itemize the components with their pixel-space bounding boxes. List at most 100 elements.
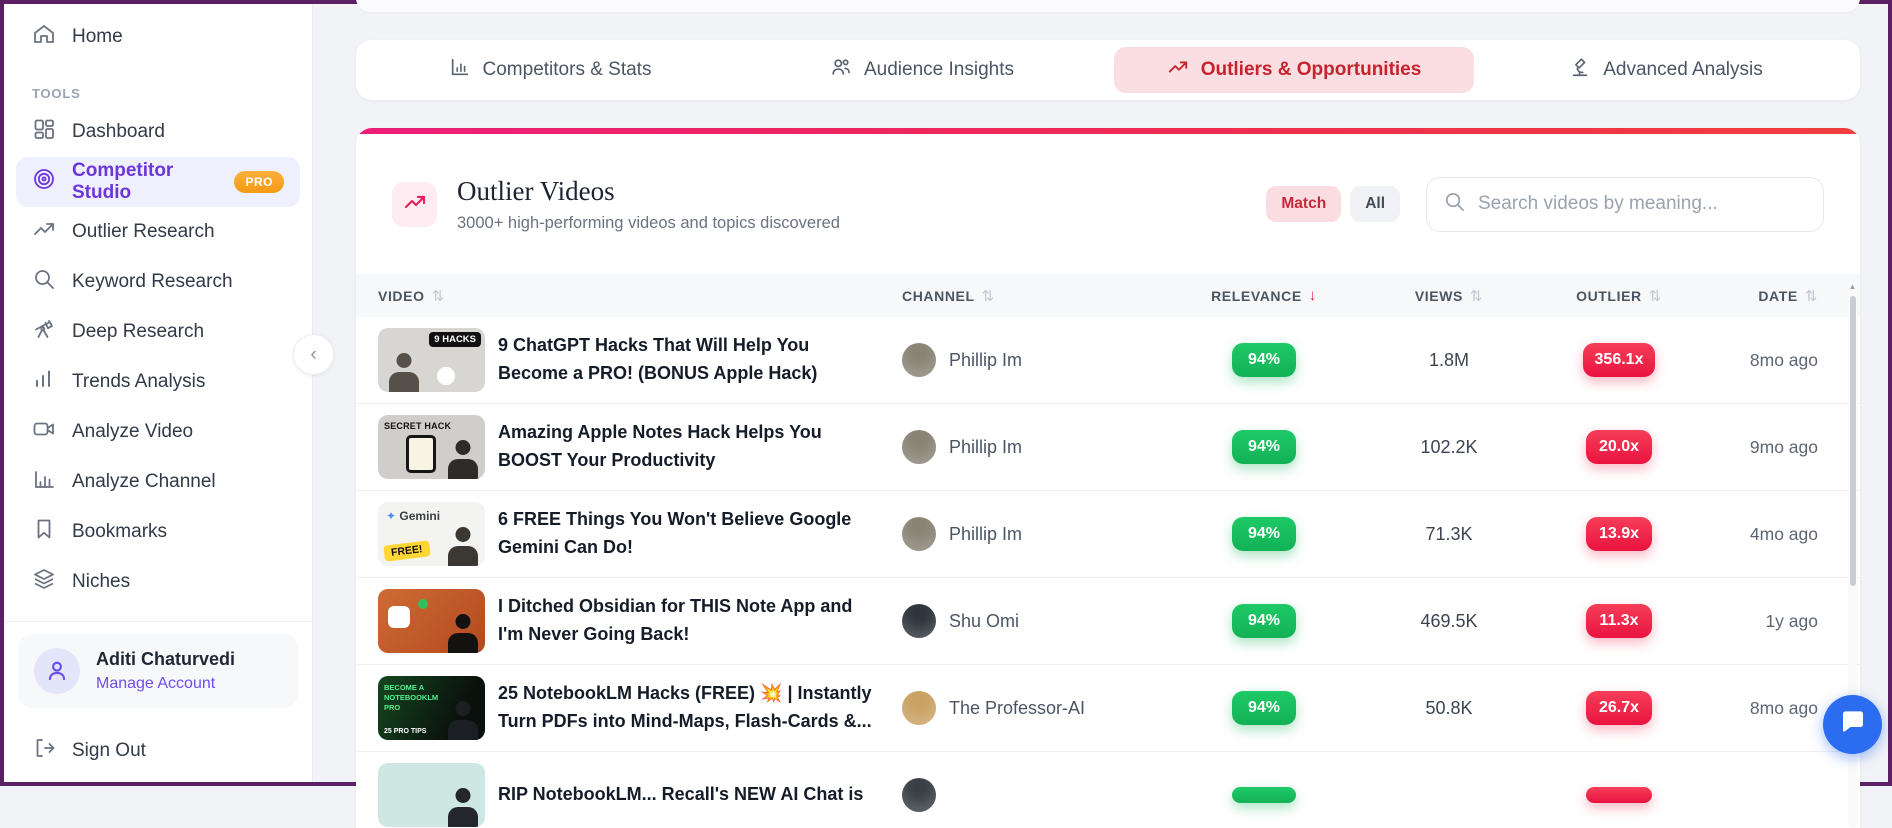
- column-label: DATE: [1758, 288, 1797, 304]
- tab-label: Audience Insights: [864, 59, 1014, 81]
- sidebar-item-home[interactable]: Home: [16, 14, 300, 60]
- sort-desc-icon: ↓: [1309, 287, 1317, 304]
- views-value: 469.5K: [1344, 611, 1554, 632]
- sidebar-divider: [4, 621, 312, 622]
- sidebar-item-outlier-research[interactable]: Outlier Research: [16, 207, 300, 257]
- table-row[interactable]: GeminiFREE! 6 FREE Things You Won't Beli…: [356, 491, 1860, 578]
- channel-name: Shu Omi: [949, 611, 1019, 632]
- home-icon: [32, 22, 56, 52]
- tab-competitors-stats[interactable]: Competitors & Stats: [370, 47, 730, 93]
- logout-icon: [32, 736, 56, 766]
- column-label: VIDEO: [378, 288, 425, 304]
- person-silhouette: [445, 785, 481, 827]
- column-header-channel[interactable]: CHANNEL ⇅: [902, 287, 1184, 305]
- scrolled-card-edge: [356, 0, 1860, 12]
- search-icon: [1443, 190, 1466, 218]
- sign-out-button[interactable]: Sign Out: [16, 728, 300, 774]
- tools-section-label: TOOLS: [32, 86, 312, 101]
- table-body: 9 HACKS 9 ChatGPT Hacks That Will Help Y…: [356, 317, 1860, 828]
- sidebar-item-label: Dashboard: [72, 121, 165, 143]
- tab-advanced-analysis[interactable]: Advanced Analysis: [1486, 47, 1846, 93]
- search-input[interactable]: [1478, 193, 1807, 215]
- date-value: 1y ago: [1684, 611, 1818, 632]
- column-header-date[interactable]: DATE ⇅: [1684, 287, 1818, 305]
- channel-name: Phillip Im: [949, 437, 1022, 458]
- thumbnail-badge: 25 PRO TIPS: [384, 728, 426, 735]
- manage-account-link[interactable]: Manage Account: [96, 675, 235, 693]
- outlier-videos-panel: Outlier Videos 3000+ high-performing vid…: [356, 128, 1860, 828]
- table-header: VIDEO ⇅ CHANNEL ⇅ RELEVANCE ↓ VIEWS ⇅ OU…: [356, 274, 1860, 317]
- relevance-badge: 94%: [1232, 604, 1296, 638]
- trending-up-icon: [1167, 56, 1189, 84]
- scrollbar-thumb[interactable]: [1850, 296, 1856, 586]
- panel-header: Outlier Videos 3000+ high-performing vid…: [356, 134, 1860, 274]
- column-header-outlier[interactable]: OUTLIER ⇅: [1554, 287, 1684, 305]
- channel-name: Phillip Im: [949, 524, 1022, 545]
- channel-avatar: [902, 778, 936, 812]
- trending-up-icon: [403, 190, 427, 219]
- user-account-card[interactable]: Aditi Chaturvedi Manage Account: [18, 634, 298, 708]
- column-label: OUTLIER: [1576, 288, 1642, 304]
- person-silhouette: [445, 611, 481, 653]
- sidebar-collapse-button[interactable]: ‹: [293, 334, 334, 375]
- table-row[interactable]: BECOME A NOTEBOOKLM PRO25 PRO TIPS 25 No…: [356, 665, 1860, 752]
- sidebar-item-niches[interactable]: Niches: [16, 557, 300, 607]
- column-header-views[interactable]: VIEWS ⇅: [1344, 287, 1554, 305]
- tab-audience-insights[interactable]: Audience Insights: [742, 47, 1102, 93]
- table-row[interactable]: RIP NotebookLM... Recall's NEW AI Chat i…: [356, 752, 1860, 828]
- sidebar-item-deep-research[interactable]: Deep Research: [16, 307, 300, 357]
- relevance-badge: [1232, 787, 1296, 803]
- video-thumbnail: [378, 589, 485, 653]
- match-toggle-button[interactable]: Match: [1266, 186, 1341, 222]
- outlier-badge: [1586, 787, 1652, 803]
- column-label: CHANNEL: [902, 288, 975, 304]
- sidebar-item-competitor-studio[interactable]: Competitor Studio PRO: [16, 157, 300, 207]
- relevance-badge: 94%: [1232, 430, 1296, 464]
- views-value: 50.8K: [1344, 698, 1554, 719]
- chart-axis-icon: [32, 467, 56, 497]
- microscope-icon: [1569, 56, 1591, 84]
- person-silhouette: [445, 437, 481, 479]
- views-value: 102.2K: [1344, 437, 1554, 458]
- sidebar-item-label: Competitor Studio: [72, 160, 218, 204]
- table-row[interactable]: 9 HACKS 9 ChatGPT Hacks That Will Help Y…: [356, 317, 1860, 404]
- all-toggle-button[interactable]: All: [1350, 186, 1400, 222]
- page-title: Outlier Videos: [457, 176, 840, 207]
- column-header-video[interactable]: VIDEO ⇅: [378, 287, 902, 305]
- sidebar-item-analyze-video[interactable]: Analyze Video: [16, 407, 300, 457]
- sidebar-item-label: Keyword Research: [72, 271, 233, 293]
- users-icon: [830, 56, 852, 84]
- sidebar-item-keyword-research[interactable]: Keyword Research: [16, 257, 300, 307]
- scroll-up-arrow-icon: ▲: [1848, 282, 1857, 291]
- column-label: RELEVANCE: [1211, 288, 1302, 304]
- date-value: 9mo ago: [1684, 437, 1818, 458]
- video-thumbnail: SECRET HACK: [378, 415, 485, 479]
- sidebar-item-label: Analyze Channel: [72, 471, 216, 493]
- person-silhouette: [445, 698, 481, 740]
- date-value: 4mo ago: [1684, 524, 1818, 545]
- channel-name: The Professor-AI: [949, 698, 1085, 719]
- bar-chart-icon: [32, 367, 56, 397]
- sidebar-item-dashboard[interactable]: Dashboard: [16, 107, 300, 157]
- sort-icon: ⇅: [1470, 287, 1483, 305]
- column-header-relevance[interactable]: RELEVANCE ↓: [1184, 287, 1344, 304]
- thumbnail-badge: SECRET HACK: [384, 421, 451, 431]
- chevron-left-icon: ‹: [310, 344, 316, 366]
- sidebar-item-label: Niches: [72, 571, 130, 593]
- table-row[interactable]: SECRET HACK Amazing Apple Notes Hack Hel…: [356, 404, 1860, 491]
- sidebar-item-analyze-channel[interactable]: Analyze Channel: [16, 457, 300, 507]
- sidebar-item-label: Analyze Video: [72, 421, 193, 443]
- table-row[interactable]: I Ditched Obsidian for THIS Note App and…: [356, 578, 1860, 665]
- tab-outliers-opportunities[interactable]: Outliers & Opportunities: [1114, 47, 1474, 93]
- relevance-badge: 94%: [1232, 691, 1296, 725]
- chat-widget-button[interactable]: [1823, 695, 1882, 754]
- tab-bar: Competitors & Stats Audience Insights Ou…: [356, 40, 1860, 100]
- outlier-badge: 26.7x: [1586, 691, 1652, 725]
- sidebar-item-trends-analysis[interactable]: Trends Analysis: [16, 357, 300, 407]
- channel-avatar: [902, 691, 936, 725]
- channel-avatar: [902, 604, 936, 638]
- sidebar-item-bookmarks[interactable]: Bookmarks: [16, 507, 300, 557]
- channel-avatar: [902, 517, 936, 551]
- relevance-badge: 94%: [1232, 517, 1296, 551]
- video-title: 9 ChatGPT Hacks That Will Help You Becom…: [498, 332, 902, 388]
